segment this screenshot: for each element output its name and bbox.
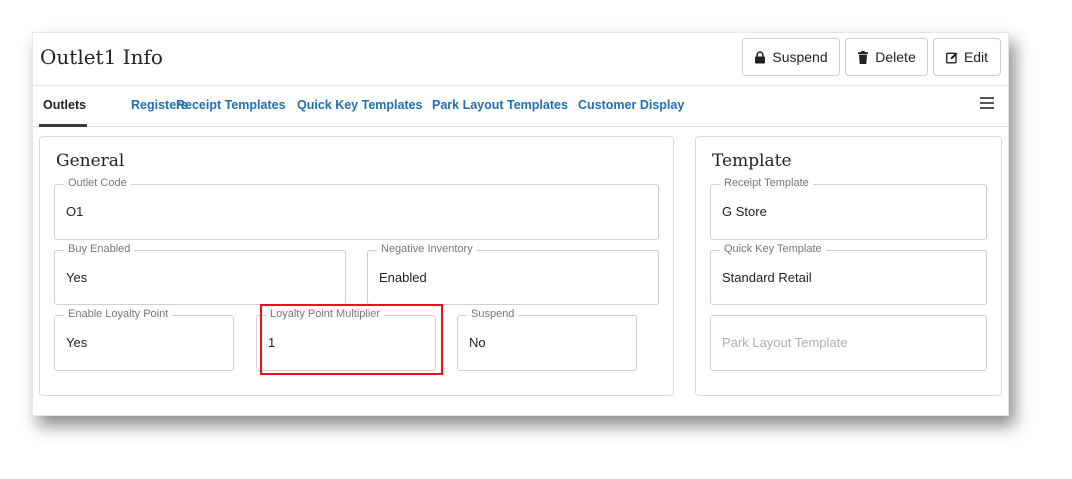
park-layout-template-placeholder: Park Layout Template [722,335,848,350]
buy-enabled-value: Yes [66,270,88,285]
suspend-button-label: Suspend [772,49,828,65]
delete-button-label: Delete [875,49,916,65]
suspend-label: Suspend [467,308,519,320]
enable-loyalty-point-field[interactable]: Enable Loyalty Point Yes [54,308,234,371]
active-tab-indicator [39,124,87,127]
enable-loyalty-point-label: Enable Loyalty Point [64,308,173,320]
receipt-template-field[interactable]: Receipt Template G Store [710,177,987,240]
page-title: Outlet1 Info [40,45,163,69]
outlet-code-value: O1 [66,204,84,219]
loyalty-point-multiplier-field[interactable]: Loyalty Point Multiplier 1 [256,308,436,371]
quick-key-template-field[interactable]: Quick Key Template Standard Retail [710,243,987,305]
edit-button-label: Edit [963,49,989,65]
general-panel: General Outlet Code O1 Buy Enabled Yes N… [39,136,674,396]
suspend-button[interactable]: Suspend [742,38,840,76]
edit-icon [945,51,958,64]
negative-inventory-value: Enabled [379,270,427,285]
tab-outlets[interactable]: Outlets [43,98,86,112]
negative-inventory-field[interactable]: Negative Inventory Enabled [367,243,659,305]
receipt-template-value: G Store [722,204,767,219]
buy-enabled-label: Buy Enabled [64,243,135,255]
quick-key-template-label: Quick Key Template [720,243,826,255]
negative-inventory-label: Negative Inventory [377,243,477,255]
edit-button[interactable]: Edit [933,38,1001,76]
trash-icon [857,50,869,64]
park-layout-template-field[interactable]: Park Layout Template [710,315,987,371]
suspend-value: No [469,335,486,350]
general-panel-title: General [56,151,125,171]
tab-customer-display[interactable]: Customer Display [578,98,684,112]
quick-key-template-value: Standard Retail [722,270,812,285]
page-header: Outlet1 Info Suspend Delete Edit [33,33,1008,85]
loyalty-point-multiplier-label: Loyalty Point Multiplier [266,308,385,320]
receipt-template-label: Receipt Template [720,177,813,189]
tab-receipt-templates[interactable]: Receipt Templates [176,98,286,112]
tab-bar: Outlets Registers Receipt Templates Quic… [33,85,1008,127]
enable-loyalty-point-value: Yes [66,335,88,350]
outlet-code-field[interactable]: Outlet Code O1 [54,177,659,240]
outlet-code-label: Outlet Code [64,177,131,189]
outlet-info-window: Outlet1 Info Suspend Delete Edit Outlets… [32,32,1009,416]
lock-icon [754,50,766,64]
tab-park-layout-templates[interactable]: Park Layout Templates [432,98,568,112]
template-panel-title: Template [712,151,792,171]
template-panel: Template Receipt Template G Store Quick … [695,136,1002,396]
hamburger-menu-icon[interactable] [980,97,994,111]
delete-button[interactable]: Delete [845,38,928,76]
suspend-field[interactable]: Suspend No [457,308,637,371]
loyalty-point-multiplier-value: 1 [268,335,276,350]
buy-enabled-field[interactable]: Buy Enabled Yes [54,243,346,305]
tab-quick-key-templates[interactable]: Quick Key Templates [297,98,423,112]
